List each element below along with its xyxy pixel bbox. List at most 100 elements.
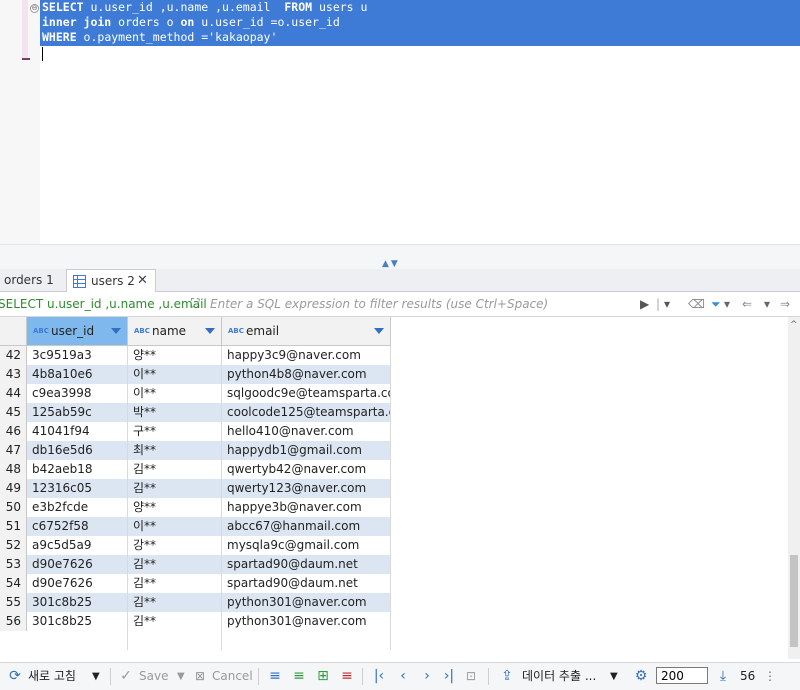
cell-email[interactable]: spartad90@daum.net xyxy=(222,555,391,574)
cell-email[interactable]: python301@naver.com xyxy=(222,612,391,631)
tab-users[interactable]: users 2 ✕ xyxy=(66,269,156,292)
cell-email[interactable]: hello410@naver.com xyxy=(222,422,391,441)
history-dropdown-icon[interactable]: ▾ xyxy=(764,296,770,312)
filter-history-dropdown-icon[interactable]: ▾ xyxy=(664,296,670,312)
refresh-dropdown-icon[interactable]: ▼ xyxy=(92,663,100,690)
cell-email[interactable]: qwertyb42@naver.com xyxy=(222,460,391,479)
table-row[interactable]: 51 c6752f58 이** abcc67@hanmail.com xyxy=(0,517,392,536)
row-number[interactable]: 56 xyxy=(0,612,27,631)
row-number[interactable]: 52 xyxy=(0,536,27,555)
next-page-icon[interactable]: › xyxy=(418,667,436,685)
save-icon[interactable]: ✓ xyxy=(118,667,134,685)
row-number[interactable]: 55 xyxy=(0,593,27,612)
row-number[interactable]: 45 xyxy=(0,403,27,422)
cancel-icon[interactable]: ⊠ xyxy=(192,667,208,685)
cell-user-id[interactable]: b42aeb18 xyxy=(27,460,128,479)
cell-name[interactable]: 김** xyxy=(128,574,222,593)
cell-name[interactable]: 이** xyxy=(128,365,222,384)
cell-email[interactable]: qwerty123@naver.com xyxy=(222,479,391,498)
row-number[interactable]: 43 xyxy=(0,365,27,384)
more-options-icon[interactable]: ⋮ xyxy=(764,663,776,690)
export-dropdown-icon[interactable]: ▼ xyxy=(610,663,618,690)
fold-toggle-icon[interactable]: ⊖ xyxy=(30,4,39,13)
row-number[interactable]: 46 xyxy=(0,422,27,441)
splitter-arrows-icon[interactable]: ▲▼ xyxy=(382,259,400,269)
back-arrow-icon[interactable]: ⇐ xyxy=(742,296,752,312)
cell-user-id[interactable]: d90e7626 xyxy=(27,555,128,574)
filter-input[interactable] xyxy=(208,294,637,314)
cell-name[interactable]: 김** xyxy=(128,460,222,479)
first-page-icon[interactable]: |‹ xyxy=(370,667,388,685)
cell-name[interactable]: 양** xyxy=(128,346,222,365)
row-number[interactable]: 47 xyxy=(0,441,27,460)
code-line[interactable]: WHERE o.payment_method ='kakaopay' xyxy=(40,30,278,45)
cell-email[interactable]: abcc67@hanmail.com xyxy=(222,517,391,536)
fetch-size-input[interactable] xyxy=(656,667,708,684)
fetch-all-icon[interactable]: ⊡ xyxy=(462,667,480,685)
row-number[interactable]: 51 xyxy=(0,517,27,536)
cell-user-id[interactable]: 301c8b25 xyxy=(27,593,128,612)
refresh-button[interactable]: 새로 고침 xyxy=(28,663,76,690)
delete-row-icon[interactable]: ≡ xyxy=(338,667,356,685)
cell-user-id[interactable]: c6752f58 xyxy=(27,517,128,536)
cell-user-id[interactable]: db16e5d6 xyxy=(27,441,128,460)
scrollbar-thumb[interactable] xyxy=(790,555,798,647)
cell-email[interactable]: sqlgoodc9e@teamsparta.co xyxy=(222,384,391,403)
copy-row-icon[interactable]: ⊞ xyxy=(314,667,332,685)
tab-orders[interactable]: orders 1 xyxy=(0,269,60,291)
cancel-button[interactable]: Cancel xyxy=(212,663,253,690)
cell-name[interactable]: 김** xyxy=(128,612,222,631)
cell-email[interactable]: python4b8@naver.com xyxy=(222,365,391,384)
edit-row-icon[interactable]: ≡ xyxy=(266,667,284,685)
code-line[interactable]: SELECT u.user_id ,u.name ,u.email FROM u… xyxy=(40,0,368,15)
column-header-email[interactable]: ABC email xyxy=(222,317,391,346)
expand-icon[interactable]: ⛶ xyxy=(191,297,204,310)
cell-name[interactable]: 이** xyxy=(128,517,222,536)
apply-filter-icon[interactable]: ▶ xyxy=(640,296,649,312)
cell-name[interactable]: 김** xyxy=(128,593,222,612)
cell-email[interactable]: happy3c9@naver.com xyxy=(222,346,391,365)
cell-name[interactable]: 강** xyxy=(128,536,222,555)
row-number[interactable]: 50 xyxy=(0,498,27,517)
cell-user-id[interactable]: 301c8b25 xyxy=(27,612,128,631)
cell-user-id[interactable]: 125ab59c xyxy=(27,403,128,422)
row-count-icon[interactable]: ⤓ xyxy=(714,667,732,685)
table-row[interactable]: 50 e3b2fcde 양** happye3b@naver.com xyxy=(0,498,392,517)
cell-name[interactable]: 김** xyxy=(128,555,222,574)
rownum-header[interactable] xyxy=(0,317,27,346)
cell-email[interactable]: coolcode125@teamsparta.co xyxy=(222,403,391,422)
cell-user-id[interactable]: 41041f94 xyxy=(27,422,128,441)
column-header-user-id[interactable]: ABC user_id xyxy=(27,317,128,346)
sort-icon[interactable] xyxy=(205,328,215,334)
table-row[interactable]: 42 3c9519a3 양** happy3c9@naver.com xyxy=(0,346,392,365)
scroll-up-icon[interactable]: ^ xyxy=(790,320,798,330)
cell-name[interactable]: 양** xyxy=(128,498,222,517)
export-button[interactable]: 데이터 추출 ... xyxy=(522,663,596,690)
cell-user-id[interactable]: e3b2fcde xyxy=(27,498,128,517)
cell-name[interactable]: 김** xyxy=(128,479,222,498)
eraser-icon[interactable]: ⌫ xyxy=(688,296,705,312)
table-row[interactable]: 56 301c8b25 김** python301@naver.com xyxy=(0,612,392,631)
cell-name[interactable]: 이** xyxy=(128,384,222,403)
table-row[interactable]: 43 4b8a10e6 이** python4b8@naver.com xyxy=(0,365,392,384)
table-row[interactable]: 55 301c8b25 김** python301@naver.com xyxy=(0,593,392,612)
cell-name[interactable]: 박** xyxy=(128,403,222,422)
save-button[interactable]: Save xyxy=(139,663,168,690)
row-number[interactable]: 48 xyxy=(0,460,27,479)
cell-user-id[interactable]: 3c9519a3 xyxy=(27,346,128,365)
table-row[interactable]: 49 12316c05 김** qwerty123@naver.com xyxy=(0,479,392,498)
add-row-icon[interactable]: ≡ xyxy=(290,667,308,685)
row-number[interactable]: 42 xyxy=(0,346,27,365)
cell-name[interactable]: 최** xyxy=(128,441,222,460)
refresh-icon[interactable]: ⟳ xyxy=(6,667,24,685)
result-grid[interactable]: ABC user_id ABC name ABC email 42 3c9519a… xyxy=(0,317,788,659)
save-dropdown-icon[interactable]: ▼ xyxy=(177,663,185,690)
cell-email[interactable]: python301@naver.com xyxy=(222,593,391,612)
panel-splitter[interactable]: ▲▼ xyxy=(0,244,800,270)
row-number[interactable]: 49 xyxy=(0,479,27,498)
sort-icon[interactable] xyxy=(374,328,384,334)
cell-user-id[interactable]: d90e7626 xyxy=(27,574,128,593)
table-row[interactable]: 45 125ab59c 박** coolcode125@teamsparta.co xyxy=(0,403,392,422)
gear-icon[interactable]: ⚙ xyxy=(632,667,650,685)
sort-icon[interactable] xyxy=(111,328,121,334)
